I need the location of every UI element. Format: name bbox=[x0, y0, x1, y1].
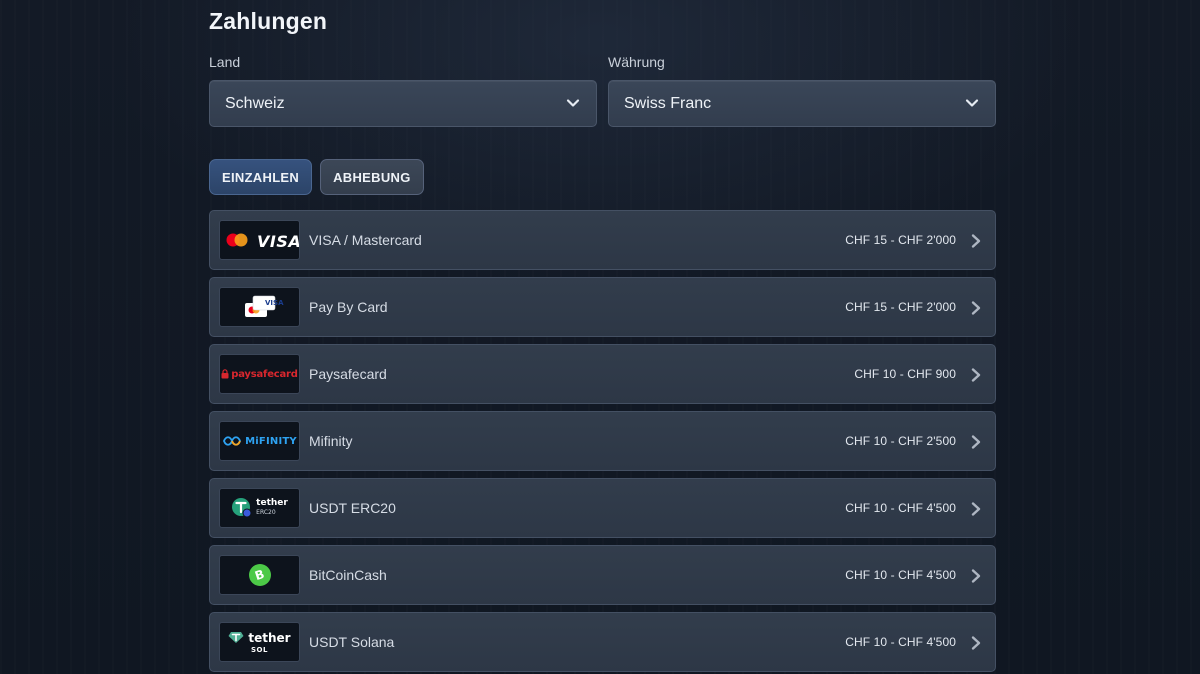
chevron-down-icon bbox=[566, 99, 580, 107]
infinity-icon bbox=[223, 436, 242, 446]
chevron-right-icon bbox=[971, 502, 981, 516]
country-value: Schweiz bbox=[225, 94, 285, 112]
tether-wordmark: tether bbox=[248, 630, 291, 645]
chevron-right-icon bbox=[971, 636, 981, 650]
paysafecard-logo-text: paysafecard bbox=[231, 368, 298, 380]
mifinity-logo: MiFINITY bbox=[219, 421, 300, 461]
transaction-tabs: EINZAHLEN ABHEBUNG bbox=[209, 159, 424, 195]
payment-method-name: Paysafecard bbox=[309, 366, 387, 382]
visa-mastercard-logo: VISA bbox=[219, 220, 300, 260]
payment-method-range: CHF 10 - CHF 4'500 bbox=[845, 568, 956, 582]
payment-method-range: CHF 10 - CHF 900 bbox=[854, 367, 956, 381]
payment-method-row[interactable]: tether ERC20 USDT ERC20 CHF 10 - CHF 4'5… bbox=[209, 478, 996, 538]
tether-icon bbox=[228, 632, 244, 643]
chevron-right-icon bbox=[971, 368, 981, 382]
country-select[interactable]: Schweiz bbox=[209, 80, 597, 127]
payment-method-row[interactable]: paysafecard Paysafecard CHF 10 - CHF 900 bbox=[209, 344, 996, 404]
payment-method-name: USDT Solana bbox=[309, 634, 395, 650]
tether-erc20-logo-text: tether ERC20 bbox=[256, 499, 288, 517]
payment-method-row[interactable]: VISA Pay By Card CHF 15 - CHF 2'000 bbox=[209, 277, 996, 337]
tether-network: ERC20 bbox=[256, 509, 276, 516]
payment-method-name: Pay By Card bbox=[309, 299, 388, 315]
tether-wordmark: tether bbox=[256, 498, 288, 508]
tether-erc20-logo: tether ERC20 bbox=[219, 488, 300, 528]
payment-method-name: BitCoinCash bbox=[309, 567, 387, 583]
chevron-right-icon bbox=[971, 435, 981, 449]
paysafecard-logo: paysafecard bbox=[219, 354, 300, 394]
tab-withdrawal[interactable]: ABHEBUNG bbox=[320, 159, 424, 195]
chevron-right-icon bbox=[971, 234, 981, 248]
chevron-right-icon bbox=[971, 301, 981, 315]
payment-method-row[interactable]: B BitCoinCash CHF 10 - CHF 4'500 bbox=[209, 545, 996, 605]
pay-by-card-logo: VISA bbox=[219, 287, 300, 327]
chevron-right-icon bbox=[971, 569, 981, 583]
pay-by-card-logo-text: VISA bbox=[265, 299, 284, 307]
mifinity-logo-text: MiFINITY bbox=[245, 435, 297, 447]
payment-method-range: CHF 10 - CHF 4'500 bbox=[845, 501, 956, 515]
bitcoin-symbol: B bbox=[252, 566, 267, 584]
payment-method-range: CHF 10 - CHF 4'500 bbox=[845, 635, 956, 649]
tether-icon bbox=[232, 498, 252, 518]
lock-icon bbox=[221, 369, 229, 379]
credit-card-icon bbox=[244, 295, 275, 317]
payment-method-name: USDT ERC20 bbox=[309, 500, 396, 516]
chevron-down-icon bbox=[965, 99, 979, 107]
currency-label: Währung bbox=[608, 54, 665, 70]
bitcoincash-logo: B bbox=[219, 555, 300, 595]
payment-method-name: Mifinity bbox=[309, 433, 353, 449]
country-label: Land bbox=[209, 54, 241, 70]
payment-method-name: VISA / Mastercard bbox=[309, 232, 422, 248]
currency-select[interactable]: Swiss Franc bbox=[608, 80, 996, 127]
payment-method-row[interactable]: tether SOL USDT Solana CHF 10 - CHF 4'50… bbox=[209, 612, 996, 672]
tether-sol-logo-block: tether SOL bbox=[228, 630, 291, 654]
tether-network: SOL bbox=[251, 645, 268, 654]
bitcoin-icon: B bbox=[248, 564, 271, 586]
payment-method-row[interactable]: MiFINITY Mifinity CHF 10 - CHF 2'500 bbox=[209, 411, 996, 471]
tether-sol-logo: tether SOL bbox=[219, 622, 300, 662]
payment-method-row[interactable]: VISA VISA / Mastercard CHF 15 - CHF 2'00… bbox=[209, 210, 996, 270]
payment-method-range: CHF 15 - CHF 2'000 bbox=[845, 233, 956, 247]
tether-sol-wordmark-row: tether bbox=[228, 630, 291, 645]
payment-method-range: CHF 15 - CHF 2'000 bbox=[845, 300, 956, 314]
payment-method-range: CHF 10 - CHF 2'500 bbox=[845, 434, 956, 448]
currency-value: Swiss Franc bbox=[624, 94, 712, 112]
visa-logo-text: VISA bbox=[257, 232, 300, 251]
page-title: Zahlungen bbox=[209, 8, 328, 34]
tab-deposit[interactable]: EINZAHLEN bbox=[209, 159, 313, 195]
